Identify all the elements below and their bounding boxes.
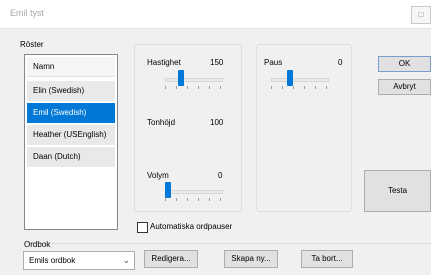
window-title: Emil tyst xyxy=(10,8,45,18)
auto-pause-label[interactable]: Automatiska ordpauser xyxy=(150,222,232,231)
voices-column-header[interactable]: Namn xyxy=(27,57,115,77)
pause-slider-track xyxy=(271,78,329,82)
pause-slider-ticks xyxy=(271,86,329,89)
pause-slider-thumb[interactable] xyxy=(286,70,293,86)
volume-slider[interactable] xyxy=(164,181,223,201)
speed-slider[interactable] xyxy=(165,69,223,89)
speed-slider-ticks xyxy=(165,86,223,89)
voices-label: Röster xyxy=(20,40,44,49)
volume-slider-ticks xyxy=(165,198,223,201)
separator-line xyxy=(23,243,431,244)
voice-item-elin[interactable]: Elin (Swedish) xyxy=(27,81,115,101)
pause-value: 0 xyxy=(338,58,343,67)
voice-item-daan[interactable]: Daan (Dutch) xyxy=(27,147,115,167)
create-dictionary-button[interactable]: Skapa ny... xyxy=(224,250,278,268)
chevron-down-icon[interactable]: ⌄ xyxy=(122,255,130,266)
pause-slider[interactable] xyxy=(271,69,329,89)
auto-pause-checkbox[interactable] xyxy=(137,222,148,233)
ok-button[interactable]: OK xyxy=(378,56,431,72)
pause-label: Paus xyxy=(264,58,283,67)
speed-label: Hastighet xyxy=(147,58,181,67)
delete-dictionary-button[interactable]: Ta bort... xyxy=(301,250,353,268)
voices-list[interactable]: Namn Elin (Swedish) Emil (Swedish) Heath… xyxy=(24,54,118,230)
dictionary-label: Ordbok xyxy=(24,240,51,249)
cancel-button[interactable]: Avbryt xyxy=(378,79,431,95)
volume-label: Volym xyxy=(147,171,169,180)
dictionary-dropdown[interactable]: Emils ordbok ⌄ xyxy=(23,251,135,270)
speed-value: 150 xyxy=(210,58,224,67)
dictionary-selected-value: Emils ordbok xyxy=(29,256,76,265)
speed-slider-thumb[interactable] xyxy=(178,70,185,86)
volume-slider-thumb[interactable] xyxy=(164,182,171,198)
pitch-label: Tonhöjd xyxy=(147,118,176,127)
voice-item-heather[interactable]: Heather (USEnglish) xyxy=(27,125,115,145)
volume-value: 0 xyxy=(218,171,223,180)
test-button[interactable]: Testa xyxy=(364,170,431,212)
volume-slider-track xyxy=(165,190,223,194)
title-bar: Emil tyst □ xyxy=(0,0,431,29)
voice-item-emil[interactable]: Emil (Swedish) xyxy=(27,103,115,123)
pitch-value: 100 xyxy=(210,118,224,127)
edit-dictionary-button[interactable]: Redigera... xyxy=(144,250,198,268)
speed-slider-track xyxy=(165,78,223,82)
maximize-button[interactable]: □ xyxy=(411,6,431,24)
